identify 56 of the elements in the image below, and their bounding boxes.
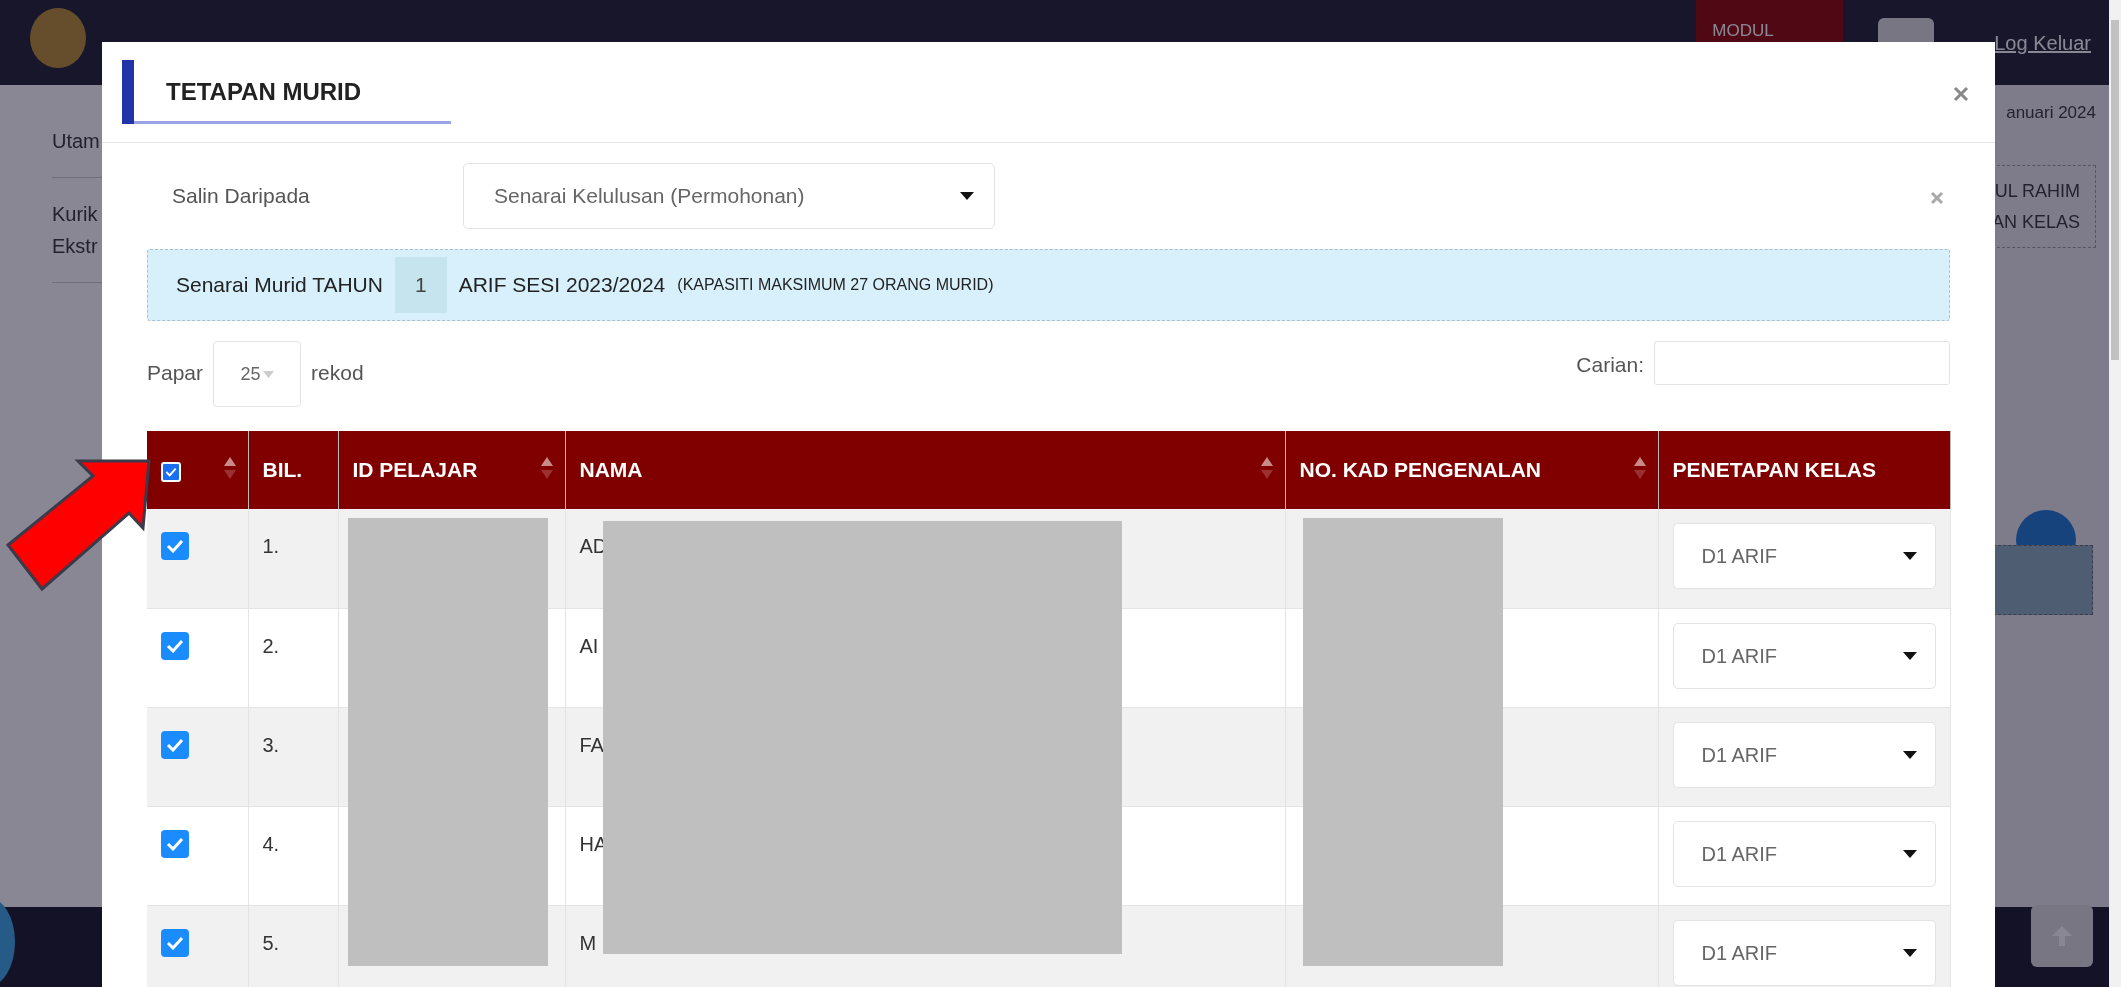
row-checkbox[interactable] [161, 532, 189, 560]
info-text: ARIF SESI 2023/2024 [458, 272, 666, 299]
caret-icon [1902, 651, 1917, 660]
row-checkbox[interactable] [161, 730, 189, 759]
caret-icon [1902, 552, 1917, 560]
caret-icon [1902, 750, 1917, 759]
logout-link[interactable]: Log Keluar [1994, 27, 2091, 58]
class-select[interactable]: D1 ARIF [1672, 523, 1936, 589]
check-icon [166, 638, 184, 653]
column-header[interactable]: NO. KAD PENGENALAN [1285, 431, 1658, 509]
year-value: 1 [394, 257, 447, 313]
check-icon [166, 935, 184, 950]
copy-from-select[interactable]: Senarai Kelulusan (Permohonan) [463, 163, 995, 229]
check-icon [166, 836, 184, 851]
table-cell: 2. [248, 608, 338, 707]
sort-icon[interactable] [1633, 457, 1646, 479]
caret-icon [1902, 849, 1917, 858]
caret-icon [1902, 948, 1917, 957]
row-checkbox[interactable] [161, 631, 189, 660]
caret-icon [960, 192, 974, 200]
scrollbar[interactable] [2109, 0, 2121, 987]
class-select[interactable]: D1 ARIF [1672, 622, 1936, 689]
column-header[interactable]: PENETAPAN KELAS [1658, 431, 1950, 509]
search-label: Carian: [1576, 352, 1644, 378]
search-field[interactable] [1654, 341, 1950, 385]
field-label: Salin Daripada [171, 183, 311, 210]
sort-icon[interactable] [1260, 457, 1273, 479]
sort-icon[interactable] [223, 457, 236, 479]
modal-title: TETAPAN MURID [122, 60, 452, 124]
check-icon [165, 467, 177, 478]
info-text: Senarai Murid TAHUN [176, 272, 383, 299]
caret-icon [262, 370, 274, 378]
select-all-checkbox[interactable] [161, 462, 181, 483]
length-label: rekod [311, 360, 364, 386]
row-checkbox[interactable] [161, 829, 189, 858]
class-select[interactable]: D1 ARIF [1672, 721, 1936, 788]
check-icon [166, 539, 184, 553]
table-cell: 1. [248, 509, 338, 608]
column-header[interactable]: NAMA [565, 431, 1285, 509]
sort-icon[interactable] [540, 457, 553, 479]
check-icon [166, 737, 184, 752]
column-header[interactable]: ID PELAJAR [338, 431, 565, 509]
length-label: Papar [147, 360, 204, 386]
capacity-note: (KAPASITI MAKSIMUM 27 ORANG MURID) [677, 275, 994, 295]
class-select[interactable]: D1 ARIF [1672, 820, 1936, 887]
page-length-select[interactable]: 25 [213, 341, 302, 407]
table-cell: 3. [248, 707, 338, 806]
column-header[interactable] [147, 431, 248, 509]
close-icon [1953, 86, 1969, 103]
row-checkbox[interactable] [161, 928, 189, 957]
close-icon [1930, 190, 1944, 205]
table-cell: 4. [248, 806, 338, 905]
class-select[interactable]: D1 ARIF [1672, 919, 1936, 986]
column-header[interactable]: BIL. [248, 431, 338, 509]
date-text: anuari 2024 [2006, 102, 2096, 124]
table-cell: 5. [248, 905, 338, 987]
